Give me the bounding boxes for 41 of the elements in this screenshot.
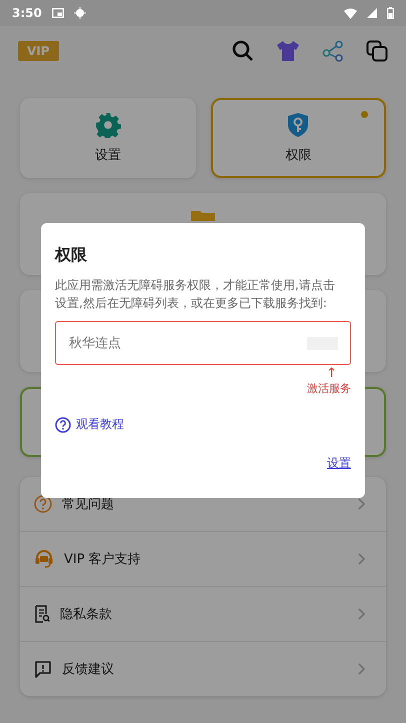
feedback-icon — [34, 660, 52, 678]
menu-label: 反馈建议 — [62, 661, 115, 678]
dialog-message: 此应用需激活无障碍服务权限，才能正常使用,请点击设置,然后在无障碍列表，或在更多已下载服务找到: — [55, 277, 336, 312]
settings-link[interactable]: 设置 — [327, 455, 351, 472]
tile-label: 权限 — [285, 147, 312, 164]
dialog-title: 权限 — [55, 245, 88, 266]
service-name: 秋华连点 — [69, 335, 121, 352]
service-item[interactable]: 秋华连点 — [55, 321, 351, 365]
folder-icon — [191, 211, 215, 221]
headset-icon — [34, 549, 54, 569]
chevron-icon — [358, 663, 366, 675]
signal-icon — [367, 8, 377, 18]
location-icon — [74, 7, 86, 19]
tile-label: 设置 — [94, 147, 121, 164]
picture-in-picture-icon — [52, 8, 64, 18]
hint-text: 激活服务 — [307, 381, 351, 396]
copy-icon[interactable] — [366, 40, 388, 62]
menu-item[interactable]: VIP 客户支持 — [20, 531, 386, 586]
menu-label: 隐私条款 — [60, 606, 113, 623]
notification-dot — [361, 111, 368, 118]
tshirt-icon[interactable] — [276, 40, 300, 62]
search-icon[interactable] — [232, 40, 254, 62]
share-icon[interactable] — [322, 40, 344, 62]
feature-tile[interactable]: 权限 — [210, 98, 386, 178]
chevron-icon — [358, 553, 366, 565]
menu-item[interactable]: 反馈建议 — [20, 641, 386, 696]
tutorial-link[interactable]: 观看教程 — [55, 416, 124, 433]
arrow-icon: ↑ — [326, 367, 337, 381]
question-icon — [34, 495, 52, 513]
wifi-icon — [344, 8, 357, 18]
feature-tile[interactable]: 设置 — [20, 98, 196, 178]
menu-label: VIP 客户支持 — [64, 551, 142, 568]
help-icon — [55, 416, 71, 432]
battery-icon — [387, 7, 394, 19]
menu-item[interactable]: 隐私条款 — [20, 586, 386, 641]
shield-icon — [286, 112, 310, 138]
document-icon — [34, 605, 50, 623]
chevron-icon — [358, 608, 366, 620]
status-time: 3:50 — [12, 6, 42, 20]
chevron-icon — [358, 498, 366, 510]
gear-icon — [94, 112, 121, 138]
